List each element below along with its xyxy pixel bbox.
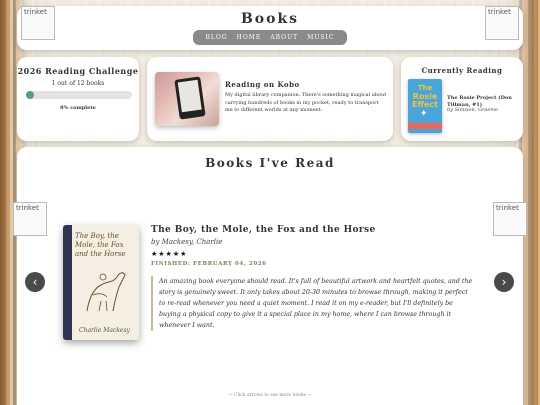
challenge-progress-text: 8% complete (60, 105, 96, 111)
current-book-author: by Simsion, Graeme (447, 107, 498, 113)
nav-music[interactable]: MUSIC (307, 34, 334, 41)
finished-date: FINISHED: FEBRUARY 04, 2026 (151, 261, 267, 267)
book-review: An amazing book everyone should read. It… (151, 276, 473, 332)
site-header: trinket trinket Books BLOG HOME ABOUT MU… (17, 6, 523, 50)
currently-reading-title: Currently Reading (421, 66, 503, 75)
bird-icon: ✦ (420, 109, 428, 119)
book-title: The Boy, the Mole, the Fox and the Horse (151, 225, 376, 235)
horse-drawing-icon (86, 272, 126, 312)
cover-line1: The (417, 84, 433, 92)
nav-home[interactable]: HOME (237, 34, 262, 41)
trinket-image-side-left: trinket (13, 202, 47, 236)
carousel-next-button[interactable]: › (494, 272, 514, 292)
books-read-section: Books I've Read trinket trinket ‹ › The … (13, 147, 527, 405)
main-nav: BLOG HOME ABOUT MUSIC (193, 30, 347, 45)
trinket-image-side-right: trinket (493, 202, 527, 236)
kobo-title: Reading on Kobo (225, 80, 300, 89)
challenge-progress-bar (26, 91, 132, 99)
nav-about[interactable]: ABOUT (270, 34, 298, 41)
book-cover[interactable]: The Boy, the Mole, the Fox and the Horse… (63, 225, 139, 340)
trinket-alt-text: trinket (496, 204, 519, 212)
current-book-cover[interactable]: The Rosie Effect ✦ (408, 79, 442, 133)
carousel-prev-button[interactable]: ‹ (25, 272, 45, 292)
kobo-description: My digital library companion. There's so… (225, 92, 387, 113)
challenge-count: 1 out of 12 books (51, 80, 105, 87)
kobo-card: Reading on Kobo My digital library compa… (147, 57, 393, 141)
cover-author: Charlie Mackesy (79, 327, 130, 334)
challenge-title: 2026 Reading Challenge (17, 66, 139, 76)
ereader-icon (174, 76, 206, 120)
trinket-alt-text: trinket (16, 204, 39, 212)
site-title: Books (240, 11, 300, 27)
reading-challenge-card: 2026 Reading Challenge 1 out of 12 books… (17, 57, 139, 141)
nav-blog[interactable]: BLOG (206, 34, 228, 41)
book-author: by Mackesy, Charlie (151, 238, 223, 246)
currently-reading-card: Currently Reading The Rosie Effect ✦ The… (401, 57, 523, 141)
cover-line2: Rosie Effect (412, 92, 438, 109)
challenge-progress-fill (26, 91, 35, 99)
books-read-title: Books I've Read (205, 156, 335, 170)
cover-title: The Boy, the Mole, the Fox and the Horse (75, 232, 126, 258)
kobo-photo (155, 72, 219, 126)
book-spine (63, 225, 72, 340)
carousel-hint: ← Click arrows to see more books → (228, 393, 312, 398)
star-rating: ★★★★★ (151, 250, 188, 258)
